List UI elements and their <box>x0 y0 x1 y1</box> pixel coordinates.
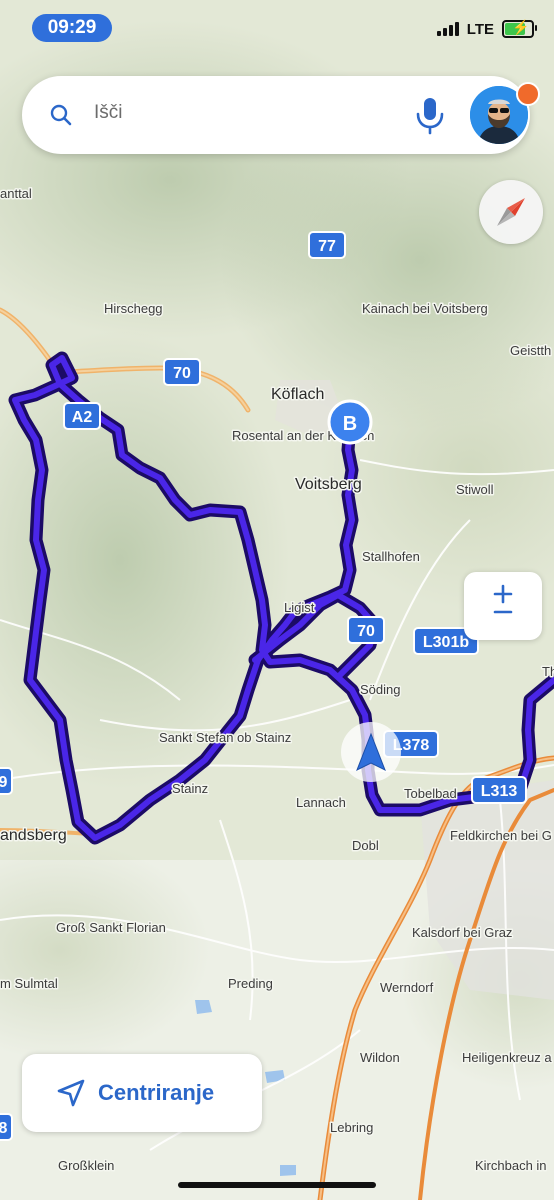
place-label: Werndorf <box>380 980 434 995</box>
center-button-label: Centriranje <box>98 1080 215 1105</box>
place-label: anttal <box>0 186 32 201</box>
road-shield: A2 <box>63 402 101 430</box>
place-label: Ligist <box>284 600 315 615</box>
place-label: Heiligenkreuz a <box>462 1050 552 1065</box>
svg-text:8: 8 <box>0 1120 8 1137</box>
notification-badge <box>516 82 540 106</box>
center-button[interactable]: Centriranje <box>22 1054 262 1132</box>
compass-icon[interactable] <box>479 180 543 244</box>
svg-text:9: 9 <box>0 774 8 791</box>
place-label: Preding <box>228 976 273 991</box>
battery-charging-icon: ⚡ <box>502 19 537 38</box>
place-label: Hirschegg <box>104 301 163 316</box>
svg-text:70: 70 <box>173 365 191 382</box>
search-input[interactable]: Išči <box>94 102 123 124</box>
place-label: Geistth <box>510 343 551 358</box>
place-label: Söding <box>360 682 400 697</box>
place-label: Lebring <box>330 1120 373 1135</box>
place-label: Feldkirchen bei G <box>450 828 552 843</box>
road-shield: 70 <box>347 616 385 644</box>
place-label: Lannach <box>296 795 346 810</box>
home-indicator <box>178 1182 376 1188</box>
place-label: Wildon <box>360 1050 400 1065</box>
svg-text:L301b: L301b <box>423 634 469 651</box>
place-label: Kalsdorf bei Graz <box>412 925 512 940</box>
place-label: Kainach bei Voitsberg <box>362 301 488 316</box>
zoom-plus-minus-icon[interactable] <box>464 572 542 640</box>
location-arrow-icon <box>57 1079 85 1107</box>
place-label: Stallhofen <box>362 549 420 564</box>
search-bar[interactable]: Išči <box>22 76 540 154</box>
status-time: 09:29 <box>32 14 112 42</box>
place-label: Kirchbach in <box>475 1158 547 1173</box>
road-shield: 70 <box>163 358 201 386</box>
destination-marker[interactable]: B <box>327 399 373 445</box>
svg-text:A2: A2 <box>72 409 93 426</box>
place-label: Groß Sankt Florian <box>56 920 166 935</box>
place-label: Dobl <box>352 838 379 853</box>
place-label: Köflach <box>271 386 324 403</box>
svg-text:L313: L313 <box>481 783 518 800</box>
place-label: m Sulmtal <box>0 976 58 991</box>
road-shield: 77 <box>308 231 346 259</box>
cellular-signal-icon <box>436 22 459 36</box>
place-label: Th <box>542 664 554 679</box>
place-label: andsberg <box>0 827 67 844</box>
place-label: Voitsberg <box>295 476 362 493</box>
svg-text:77: 77 <box>318 238 336 255</box>
microphone-icon[interactable] <box>410 94 450 136</box>
search-icon <box>50 104 72 126</box>
network-type: LTE <box>466 20 494 38</box>
current-location-icon[interactable] <box>341 722 401 782</box>
place-label: Großklein <box>58 1158 114 1173</box>
place-label: Stainz <box>172 781 208 796</box>
road-shield: 9 <box>0 767 13 795</box>
road-shield: 8 <box>0 1113 13 1141</box>
svg-text:70: 70 <box>357 623 375 640</box>
road-shield: L313 <box>471 776 527 804</box>
status-indicators: LTE ⚡ <box>436 19 537 38</box>
place-label: Sankt Stefan ob Stainz <box>159 730 291 745</box>
svg-text:B: B <box>343 413 357 435</box>
place-label: Tobelbad <box>404 786 457 801</box>
place-label: Stiwoll <box>456 482 494 497</box>
